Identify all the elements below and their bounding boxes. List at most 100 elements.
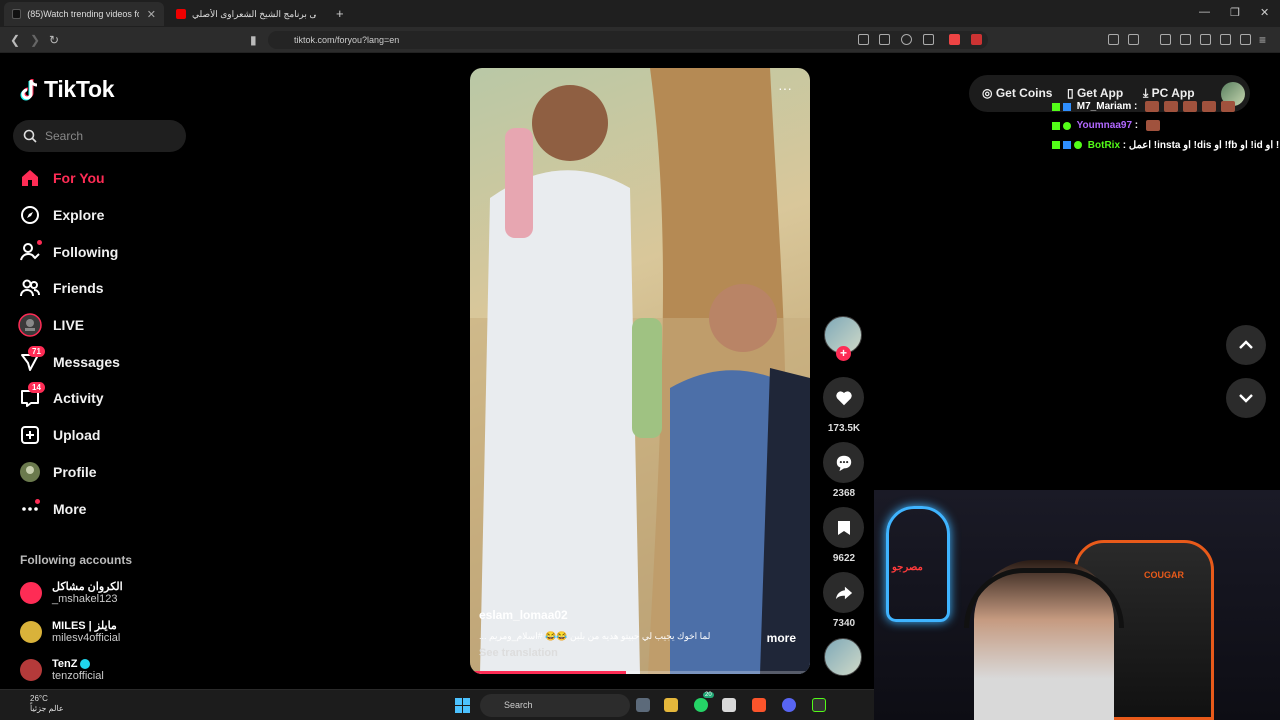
screenshot-icon[interactable]	[1128, 34, 1139, 45]
comments-count: 2368	[832, 488, 856, 499]
video-progress-bar[interactable]	[470, 671, 810, 674]
chat-text: :	[1134, 101, 1138, 113]
rewards-icon[interactable]	[971, 34, 982, 45]
following-account[interactable]: الكروان مشاكل _mshakel123	[20, 580, 123, 605]
heart-icon	[835, 390, 852, 405]
video-options-icon[interactable]: ···	[778, 80, 792, 96]
sidebar-item-live[interactable]: LIVE	[18, 307, 120, 344]
emote-icon	[1202, 101, 1217, 112]
avatar	[20, 659, 42, 681]
notification-dot	[37, 239, 42, 245]
sidebar-item-for-you[interactable]: For You	[18, 160, 120, 197]
tiktok-favicon-icon	[12, 9, 22, 19]
app-icon[interactable]	[812, 698, 826, 712]
sidebar-item-explore[interactable]: Explore	[18, 197, 120, 234]
tab-tiktok[interactable]: (85)Watch trending videos fo ✕	[4, 2, 164, 26]
get-coins-button[interactable]: ◎ Get Coins	[982, 86, 1052, 100]
video-username[interactable]: eslam_lomaa02	[479, 608, 568, 622]
sidebar-item-label: Messages	[53, 353, 120, 370]
video-player[interactable]: ··· eslam_lomaa02 لما اخوك يجيب لي حبيتو…	[470, 68, 810, 674]
likes-count: 173.5K	[827, 423, 861, 434]
sidebar-item-profile[interactable]: Profile	[18, 454, 120, 491]
chevron-up-icon	[1239, 340, 1253, 349]
taskbar-search[interactable]: Search	[480, 694, 630, 717]
sidebar-item-messages[interactable]: 71 Messages	[18, 343, 120, 380]
pc-app-label: PC App	[1151, 86, 1195, 100]
restore-icon[interactable]: ❐	[1230, 6, 1240, 19]
save-button[interactable]	[823, 507, 864, 548]
tab-youtube[interactable]: موسيقى برنامج الشيخ الشعراوى الأصلي	[168, 2, 328, 26]
discord-icon[interactable]	[782, 698, 796, 712]
sidebar-icon[interactable]	[1180, 34, 1191, 45]
next-video-button[interactable]	[1226, 378, 1266, 418]
follow-plus-icon[interactable]: +	[836, 346, 851, 361]
friends-icon	[18, 276, 42, 300]
previous-video-button[interactable]	[1226, 325, 1266, 365]
see-translation-link[interactable]: See translation	[479, 647, 558, 659]
tiktok-logo[interactable]: TikTok	[20, 76, 115, 103]
search-placeholder: Search	[45, 129, 84, 143]
close-window-icon[interactable]: ✕	[1260, 6, 1269, 19]
pc-app-button[interactable]: ⤓ PC App	[1143, 86, 1195, 101]
star-badge-icon	[1063, 121, 1071, 130]
home-icon	[18, 166, 42, 190]
mod-badge-icon	[1063, 102, 1071, 111]
extensions-icon[interactable]	[1108, 34, 1119, 45]
more-icon	[18, 497, 42, 521]
phone-icon: ▯	[1067, 86, 1077, 100]
reader-icon[interactable]	[879, 34, 890, 45]
caption-more-button[interactable]: more	[767, 631, 796, 645]
emote-icon	[1164, 101, 1179, 112]
share-button[interactable]	[823, 572, 864, 613]
task-view-icon[interactable]	[636, 698, 650, 712]
leo-icon[interactable]	[1220, 34, 1231, 45]
compass-icon	[18, 203, 42, 227]
account-name: MILES | مايلز	[52, 620, 117, 632]
share-icon[interactable]	[923, 34, 934, 45]
music-icon[interactable]	[1160, 34, 1171, 45]
search-input[interactable]: Search	[13, 120, 186, 152]
neon-sign-text: مصرجو	[892, 562, 923, 573]
file-explorer-icon[interactable]	[664, 698, 678, 712]
sidebar-item-label: Profile	[53, 463, 97, 480]
like-button[interactable]	[823, 377, 864, 418]
whatsapp-badge: 20	[703, 692, 714, 698]
messages-icon: 71	[18, 345, 45, 374]
account-name: TenZ	[52, 658, 78, 670]
reload-icon[interactable]: ↻	[49, 33, 59, 47]
activity-icon: 14	[18, 382, 45, 410]
following-account[interactable]: MILES | مايلز milesv4official	[20, 619, 120, 644]
close-tab-icon[interactable]: ✕	[147, 8, 156, 21]
sidebar-item-more[interactable]: More	[18, 490, 120, 527]
minimize-icon[interactable]: —	[1199, 6, 1210, 18]
snipping-tool-icon[interactable]	[722, 698, 736, 712]
menu-icon[interactable]: ≡	[1259, 33, 1266, 47]
sound-avatar[interactable]	[824, 638, 862, 676]
weather-widget[interactable]: 26°C عالم جزئياً	[12, 694, 64, 714]
messages-badge: 71	[28, 345, 45, 357]
bookmark-icon[interactable]: ▮	[250, 33, 257, 47]
vpn-icon[interactable]	[1240, 34, 1251, 45]
forward-icon[interactable]: ❯	[30, 33, 40, 47]
wallet-icon[interactable]	[1200, 34, 1211, 45]
youtube-favicon-icon	[176, 9, 186, 19]
whatsapp-icon[interactable]	[694, 698, 708, 712]
sidebar-item-upload[interactable]: Upload	[18, 417, 120, 454]
chat-username: BotRix	[1087, 140, 1121, 151]
following-account[interactable]: TenZ tenzofficial	[20, 658, 104, 682]
brave-shield-icon[interactable]	[949, 34, 960, 45]
brave-icon[interactable]	[752, 698, 766, 712]
following-icon	[18, 239, 42, 264]
start-icon[interactable]	[455, 698, 470, 713]
back-icon[interactable]: ❮	[10, 33, 20, 47]
sidebar-item-following[interactable]: Following	[18, 233, 120, 270]
sidebar-item-activity[interactable]: 14 Activity	[18, 380, 120, 417]
saves-count: 9622	[832, 553, 856, 564]
comment-button[interactable]	[823, 442, 864, 483]
chevron-down-icon	[1239, 394, 1253, 403]
get-app-button[interactable]: ▯ Get App	[1067, 86, 1123, 100]
sidebar-item-friends[interactable]: Friends	[18, 270, 120, 307]
new-tab-button[interactable]: +	[336, 6, 344, 21]
translate-icon[interactable]	[858, 34, 869, 45]
zoom-icon[interactable]	[901, 34, 912, 45]
